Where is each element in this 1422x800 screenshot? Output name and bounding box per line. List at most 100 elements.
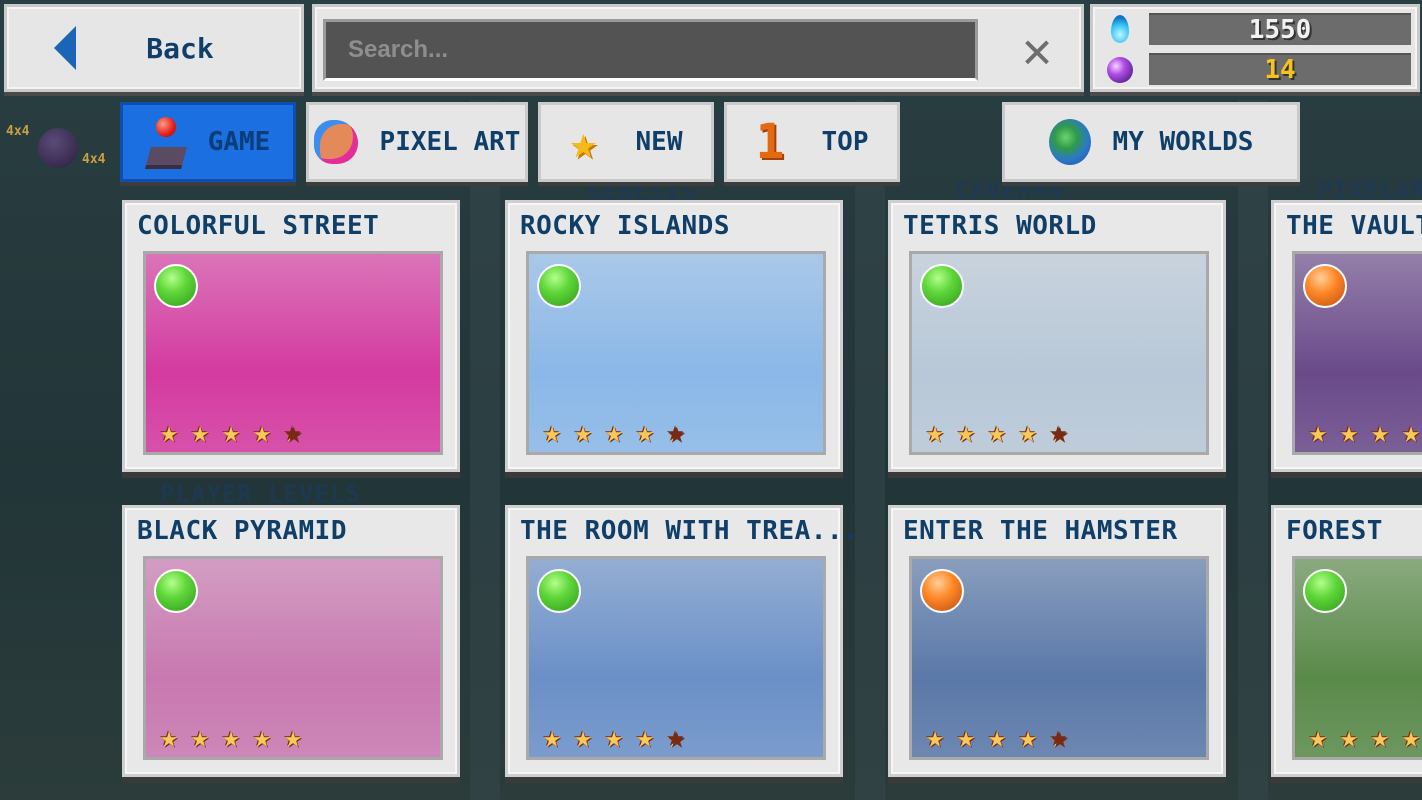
star-icon: ★	[1339, 415, 1359, 450]
level-thumbnail: ★★★★★	[1292, 556, 1422, 760]
level-card[interactable]: TETRIS WORLD ★ ★ ★ ★ ★	[888, 200, 1226, 472]
side-badge: 4x4	[82, 152, 106, 167]
level-title: ROCKY ISLANDS	[520, 211, 730, 241]
currency-panel: 1550 14	[1090, 4, 1420, 92]
star-icon: ★	[1044, 723, 1074, 753]
rating-stars: ★★★★★	[154, 418, 308, 448]
hard-face-icon	[920, 569, 964, 613]
level-thumbnail: ★★★★★	[909, 251, 1209, 455]
level-card[interactable]: THE VAULT★★★★★	[1271, 200, 1422, 472]
side-badge: 4x4	[6, 124, 30, 139]
easy-face-icon	[154, 264, 198, 308]
star-icon: ★	[661, 418, 691, 448]
level-card[interactable]: COLORFUL STREET ★ ★ ★ ★ ★	[122, 200, 460, 472]
purple-orb-icon	[1107, 57, 1133, 83]
star-icon: ★	[573, 720, 593, 755]
star-icon: ★	[1401, 415, 1421, 450]
level-title: FOREST	[1286, 516, 1383, 546]
level-thumbnail: ★★★★★	[526, 556, 826, 760]
rating-stars: ★★★★★	[537, 723, 691, 753]
level-thumbnail: ★★★★★	[526, 251, 826, 455]
tab-game[interactable]: GAME	[120, 102, 296, 182]
tab-label: TOP	[821, 127, 869, 157]
level-title: THE VAULT	[1286, 211, 1422, 241]
rating-stars: ★★★★★	[920, 723, 1074, 753]
easy-face-icon	[537, 264, 581, 308]
rating-stars: ★★★★★	[920, 418, 1074, 448]
star-icon: ★	[661, 723, 691, 753]
level-card[interactable]: FOREST★★★★★	[1271, 505, 1422, 777]
tab-label: NEW	[635, 127, 683, 157]
search-panel: ✕	[312, 4, 1084, 92]
star-icon: ★	[956, 720, 976, 755]
level-card[interactable]: THE ROOM WITH TREA... ★ ★ ★ ★ ★	[505, 505, 859, 777]
number-one-icon: 1	[755, 114, 785, 170]
easy-face-icon	[154, 569, 198, 613]
star-icon: ★	[1018, 720, 1038, 755]
star-icon: ★	[221, 415, 241, 450]
rating-stars: ★★★★★	[1303, 418, 1422, 448]
tab-top[interactable]: 1 TOP	[724, 102, 900, 182]
level-card[interactable]: ENTER THE HAMSTER ★ ★ ★ ★ ★	[888, 505, 1226, 777]
star-icon: ★	[1339, 720, 1359, 755]
star-icon: ★	[635, 415, 655, 450]
star-icon: ★	[283, 720, 303, 755]
star-icon: ★	[1308, 415, 1328, 450]
star-icon: ★	[252, 415, 272, 450]
star-icon: ★	[159, 720, 179, 755]
star-icon: ★	[987, 415, 1007, 450]
easy-face-icon	[1303, 569, 1347, 613]
star-icon: ★	[1370, 415, 1390, 450]
level-title: ENTER THE HAMSTER	[903, 516, 1178, 546]
star-icon: ★	[569, 115, 598, 169]
back-label: Back	[146, 31, 214, 65]
star-icon: ★	[542, 415, 562, 450]
level-title: COLORFUL STREET	[137, 211, 380, 241]
easy-face-icon	[537, 569, 581, 613]
close-icon: ✕	[1021, 21, 1053, 79]
star-icon: ★	[987, 720, 1007, 755]
star-icon: ★	[604, 415, 624, 450]
bg-column	[855, 100, 885, 800]
star-icon: ★	[1401, 720, 1421, 755]
star-icon: ★	[190, 415, 210, 450]
star-icon: ★	[1370, 720, 1390, 755]
level-title: THE ROOM WITH TREA...	[520, 516, 860, 546]
star-icon: ★	[252, 720, 272, 755]
bg-column	[1238, 100, 1268, 800]
tab-label: GAME	[207, 127, 271, 157]
level-card[interactable]: BLACK PYRAMID ★ ★ ★ ★ ★	[122, 505, 460, 777]
easy-face-icon	[920, 264, 964, 308]
tab-new[interactable]: ★ NEW	[538, 102, 714, 182]
rating-stars: ★★★★★	[537, 418, 691, 448]
side-orb-icon	[38, 128, 78, 168]
star-icon: ★	[925, 415, 945, 450]
blue-flame-count: 1550	[1149, 13, 1411, 45]
star-icon: ★	[1044, 418, 1074, 448]
clear-search-button[interactable]: ✕	[1001, 19, 1073, 81]
level-card[interactable]: ROCKY ISLANDS ★ ★ ★ ★ ★	[505, 200, 843, 472]
star-icon: ★	[221, 720, 241, 755]
star-icon: ★	[635, 720, 655, 755]
palette-icon	[313, 120, 358, 164]
tab-pixel-art[interactable]: PIXEL ART	[306, 102, 528, 182]
globe-icon	[1048, 119, 1091, 165]
tab-label: PIXEL ART	[379, 127, 521, 157]
level-thumbnail: ★★★★★	[909, 556, 1209, 760]
rating-stars: ★★★★★	[1303, 723, 1422, 753]
star-icon: ★	[278, 418, 308, 448]
star-icon: ★	[573, 415, 593, 450]
hard-face-icon	[1303, 264, 1347, 308]
star-icon: ★	[190, 720, 210, 755]
star-icon: ★	[925, 720, 945, 755]
level-thumbnail: ★★★★★	[1292, 251, 1422, 455]
star-icon: ★	[542, 720, 562, 755]
tab-my-worlds[interactable]: MY WORLDS	[1002, 102, 1300, 182]
star-icon: ★	[1018, 415, 1038, 450]
blue-flame-icon	[1111, 15, 1129, 43]
joystick-icon	[146, 117, 186, 167]
level-title: TETRIS WORLD	[903, 211, 1097, 241]
search-input[interactable]	[323, 19, 978, 81]
star-icon: ★	[604, 720, 624, 755]
back-button[interactable]: Back	[4, 4, 304, 92]
